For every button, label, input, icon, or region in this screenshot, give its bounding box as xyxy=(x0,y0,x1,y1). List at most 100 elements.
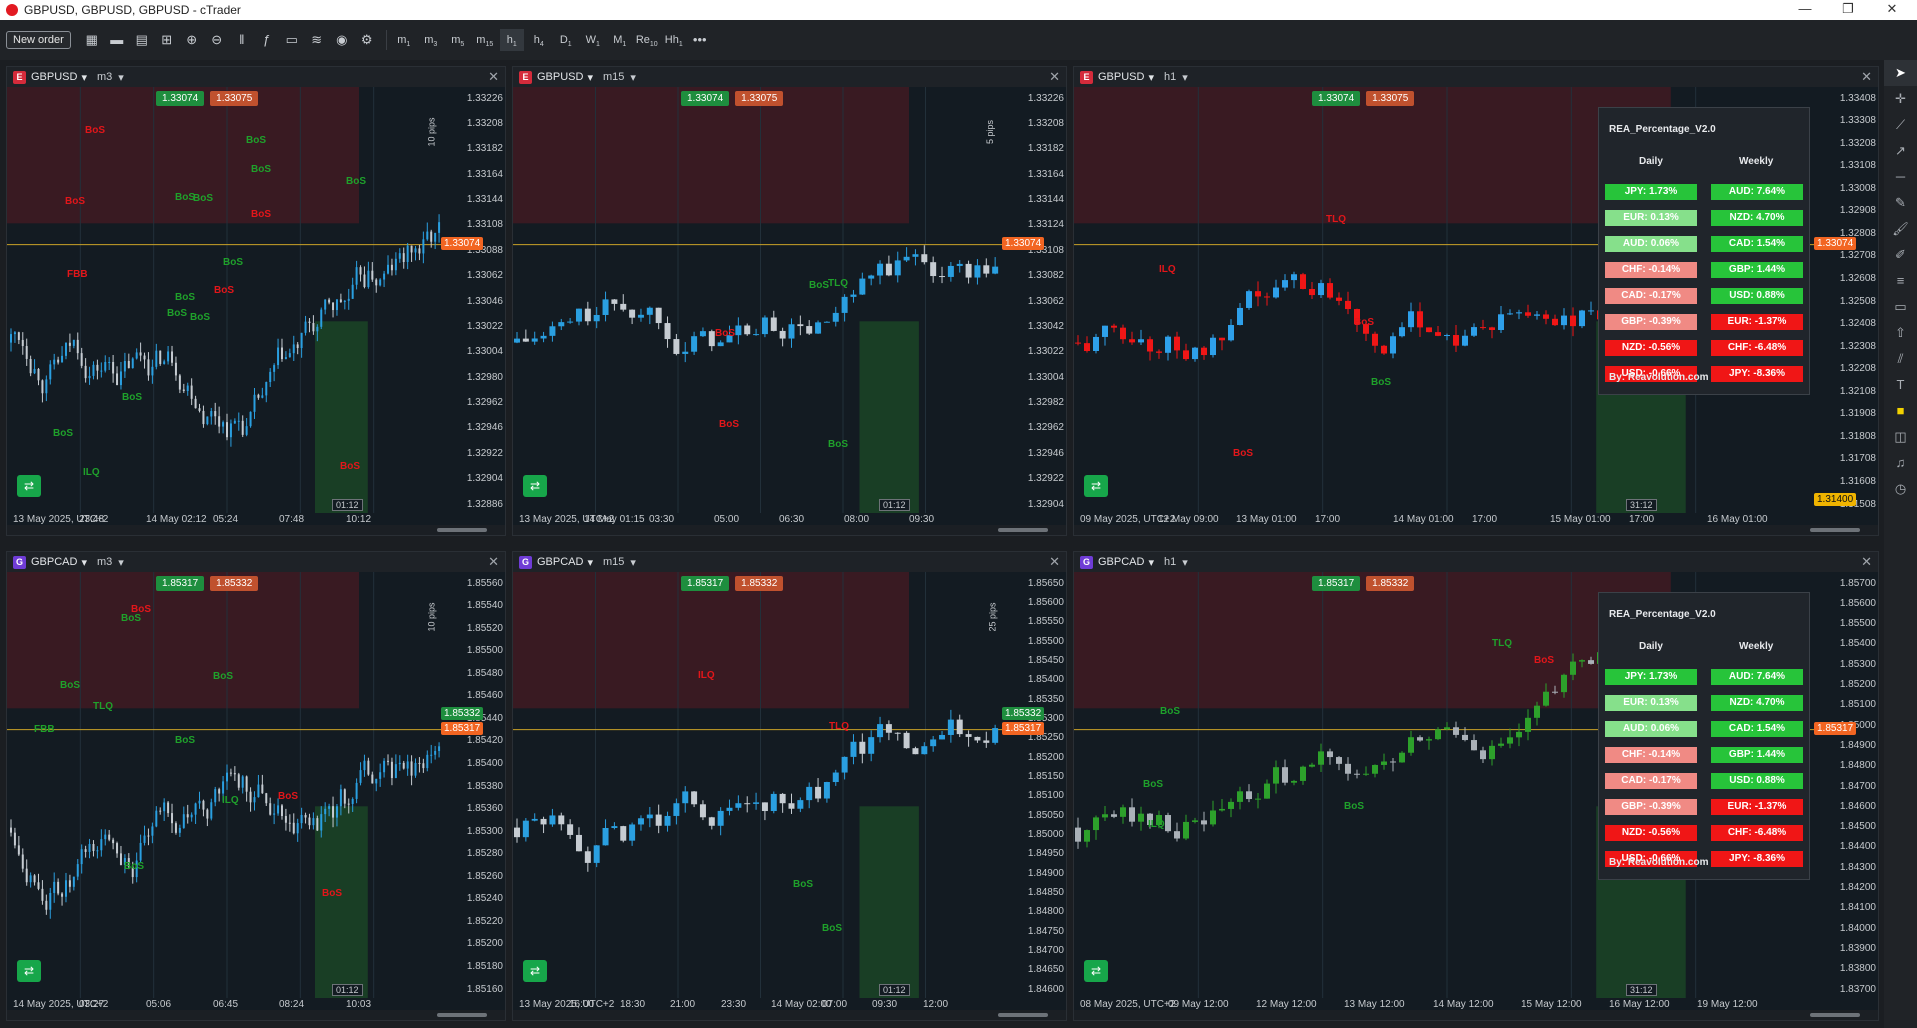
chevron-down-icon[interactable]: ▾ xyxy=(81,71,87,84)
buy-price-button[interactable]: 1.33074 xyxy=(681,91,730,106)
timeframe-button[interactable]: m5 xyxy=(446,29,470,51)
fibonacci-icon[interactable]: ≡ xyxy=(1884,268,1917,294)
chevron-down-icon[interactable]: ▾ xyxy=(630,71,636,84)
chevron-down-icon[interactable]: ▾ xyxy=(1182,556,1188,569)
layers-icon[interactable]: ≋ xyxy=(306,29,328,51)
sell-price-button[interactable]: 1.85332 xyxy=(735,576,784,591)
sell-price-button[interactable]: 1.33075 xyxy=(210,91,259,106)
algo-icon[interactable]: ƒ xyxy=(256,29,278,51)
close-icon[interactable]: ✕ xyxy=(1049,69,1060,85)
chart-panel[interactable]: G GBPCAD ▾ m3 ▾ ✕ TLQ BoS BoS BoS BoS BoS FBB ILQ BoS B… xyxy=(6,551,506,1021)
scrollbar-thumb[interactable] xyxy=(998,528,1048,532)
rectangle-icon[interactable]: ▭ xyxy=(1884,294,1917,320)
buy-price-button[interactable]: 1.33074 xyxy=(1312,91,1361,106)
chart-panel[interactable]: G GBPCAD ▾ h1 ▾ ✕ TLQ BoS BoS BoS ILQ BoS 1.85700 1.8… xyxy=(1073,551,1879,1021)
chevron-down-icon[interactable]: ▾ xyxy=(1182,71,1188,84)
symbol-name[interactable]: GBPCAD xyxy=(1098,556,1144,568)
highlight-icon[interactable]: ■ xyxy=(1884,398,1917,424)
close-icon[interactable]: ✕ xyxy=(488,69,499,85)
chart-timeframe[interactable]: m15 xyxy=(603,556,624,568)
quick-trade-icon[interactable]: ⇄ xyxy=(1084,960,1108,982)
timeframe-button[interactable]: Re10 xyxy=(635,29,659,51)
crosshair-icon[interactable]: ✛ xyxy=(1884,86,1917,112)
timeframe-button[interactable]: Hh1 xyxy=(662,29,686,51)
new-order-button[interactable]: New order xyxy=(6,31,71,49)
price-axis[interactable]: 1.33408 1.33308 1.33208 1.33108 1.33008 1.329… xyxy=(1818,87,1878,513)
close-window-button[interactable]: ✕ xyxy=(1872,0,1912,20)
marker-icon[interactable]: ✐ xyxy=(1884,242,1917,268)
ray-icon[interactable]: ↗ xyxy=(1884,138,1917,164)
chevron-down-icon[interactable]: ▾ xyxy=(587,71,593,84)
drawing-icon[interactable]: ▭ xyxy=(281,29,303,51)
maximize-button[interactable]: ❐ xyxy=(1828,0,1868,20)
symbol-name[interactable]: GBPUSD xyxy=(1098,71,1144,83)
chevron-down-icon[interactable]: ▾ xyxy=(1148,556,1154,569)
chart-timeframe[interactable]: m3 xyxy=(97,71,112,83)
eye-icon[interactable]: ◉ xyxy=(331,29,353,51)
chevron-down-icon[interactable]: ▾ xyxy=(118,556,124,569)
quick-trade-icon[interactable]: ⇄ xyxy=(17,960,41,982)
buy-price-button[interactable]: 1.85317 xyxy=(156,576,205,591)
scrollbar-thumb[interactable] xyxy=(437,1013,487,1017)
timeframe-button[interactable]: m1 xyxy=(392,29,416,51)
scrollbar-thumb[interactable] xyxy=(437,528,487,532)
horizontal-scrollbar[interactable] xyxy=(513,525,1066,535)
symbol-name[interactable]: GBPCAD xyxy=(31,556,77,568)
buy-price-button[interactable]: 1.33074 xyxy=(156,91,205,106)
price-axis[interactable]: 1.33226 1.33208 1.33182 1.33164 1.33144 1.331… xyxy=(1006,87,1066,513)
settings-icon[interactable]: ⚙ xyxy=(356,29,378,51)
symbol-name[interactable]: GBPUSD xyxy=(537,71,583,83)
price-axis[interactable]: 1.85650 1.85600 1.85550 1.85500 1.85450 1.854… xyxy=(1006,572,1066,998)
buy-price-button[interactable]: 1.85317 xyxy=(1312,576,1361,591)
horizontal-scrollbar[interactable] xyxy=(7,525,505,535)
minimize-button[interactable]: — xyxy=(1785,0,1825,20)
symbol-name[interactable]: GBPCAD xyxy=(537,556,583,568)
quick-trade-icon[interactable]: ⇄ xyxy=(17,475,41,497)
zoom-out-icon[interactable]: ⊖ xyxy=(206,29,228,51)
scrollbar-thumb[interactable] xyxy=(1810,528,1860,532)
timeframe-button[interactable]: h4 xyxy=(527,29,551,51)
chart-panel[interactable]: E GBPUSD ▾ m15 ▾ ✕ BoS BoS TLQ BoS BoS 1.33226 1.332… xyxy=(512,66,1067,536)
indicators-icon[interactable]: ǁ xyxy=(231,29,253,51)
channel-icon[interactable]: ⫽ xyxy=(1884,346,1917,372)
horizontal-scrollbar[interactable] xyxy=(513,1010,1066,1020)
timeframe-button[interactable]: h1 xyxy=(499,29,524,51)
text-icon[interactable]: T xyxy=(1884,372,1917,398)
scrollbar-thumb[interactable] xyxy=(1810,1013,1860,1017)
chart-panel[interactable]: G GBPCAD ▾ m15 ▾ ✕ ILQ BoS TLQ BoS 1.85650 1.85600 1… xyxy=(512,551,1067,1021)
sell-price-button[interactable]: 1.85332 xyxy=(210,576,259,591)
chevron-down-icon[interactable]: ▾ xyxy=(118,71,124,84)
timeframe-button[interactable]: m3 xyxy=(419,29,443,51)
chart-timeframe[interactable]: h1 xyxy=(1164,556,1176,568)
chevron-down-icon[interactable]: ▾ xyxy=(81,556,87,569)
sell-price-button[interactable]: 1.33075 xyxy=(1366,91,1415,106)
history-icon[interactable]: ◷ xyxy=(1884,476,1917,502)
timeframe-button[interactable]: M1 xyxy=(608,29,632,51)
sell-price-button[interactable]: 1.85332 xyxy=(1366,576,1415,591)
zoom-in-icon[interactable]: ⊕ xyxy=(181,29,203,51)
brush-icon[interactable]: 🖌 xyxy=(1884,216,1917,242)
price-axis[interactable]: 1.85560 1.85540 1.85520 1.85500 1.85480 1.854… xyxy=(445,572,505,998)
timeframe-button[interactable]: W1 xyxy=(581,29,605,51)
buy-price-button[interactable]: 1.85317 xyxy=(681,576,730,591)
cursor-icon[interactable]: ➤ xyxy=(1884,60,1917,86)
quick-trade-icon[interactable]: ⇄ xyxy=(1084,475,1108,497)
chart-panel[interactable]: EGBPUSD▾h1▾✕BoSBoSILQBoSTLQBoSBoSBoS1.33… xyxy=(1073,66,1879,536)
chart-timeframe[interactable]: m3 xyxy=(97,556,112,568)
close-icon[interactable]: ✕ xyxy=(1861,69,1872,85)
symbol-name[interactable]: GBPUSD xyxy=(31,71,77,83)
close-icon[interactable]: ✕ xyxy=(488,554,499,570)
quick-trade-icon[interactable]: ⇄ xyxy=(523,475,547,497)
pen-icon[interactable]: ✎ xyxy=(1884,190,1917,216)
chart-type-icon[interactable]: ⊞ xyxy=(156,29,178,51)
layout-single-icon[interactable]: ▬ xyxy=(106,29,128,51)
close-icon[interactable]: ✕ xyxy=(1861,554,1872,570)
layout-grid-icon[interactable]: ▦ xyxy=(81,29,103,51)
arrow-icon[interactable]: ⇧ xyxy=(1884,320,1917,346)
timeframe-button[interactable]: D1 xyxy=(554,29,578,51)
alert-bell-icon[interactable]: ♫ xyxy=(1884,450,1917,476)
price-axis[interactable]: 1.33226 1.33208 1.33182 1.33164 1.33144 1.331… xyxy=(445,87,505,513)
scrollbar-thumb[interactable] xyxy=(998,1013,1048,1017)
chevron-down-icon[interactable]: ▾ xyxy=(630,556,636,569)
timeframe-button[interactable]: m15 xyxy=(473,29,497,51)
